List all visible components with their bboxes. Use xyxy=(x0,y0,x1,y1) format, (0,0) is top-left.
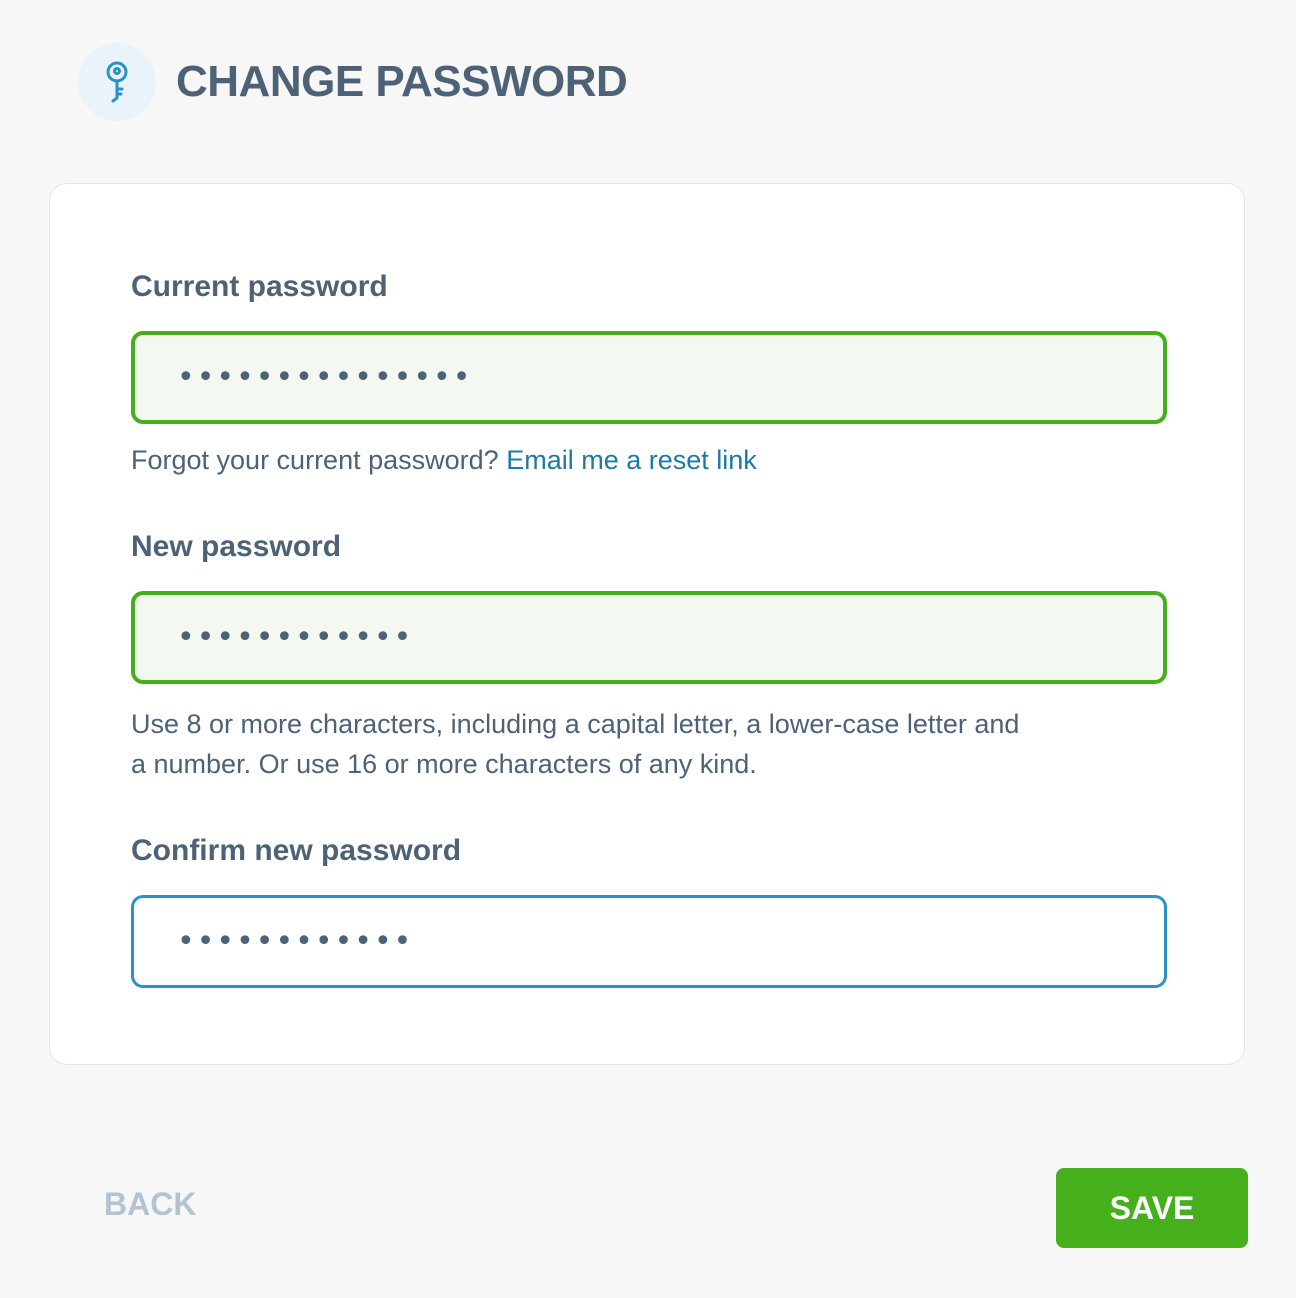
save-button[interactable]: SAVE xyxy=(1056,1168,1248,1248)
current-password-input[interactable]: ••••••••••••••• xyxy=(131,331,1167,424)
new-password-label: New password xyxy=(131,530,342,563)
new-password-hint-line-2: a number. Or use 16 or more characters o… xyxy=(131,749,757,779)
page-title: CHANGE PASSWORD xyxy=(176,57,628,106)
page-header: CHANGE PASSWORD xyxy=(78,42,628,122)
forgot-password-row: Forgot your current password? Email me a… xyxy=(131,440,757,480)
new-password-hint: Use 8 or more characters, including a ca… xyxy=(131,704,1019,784)
key-icon xyxy=(78,43,156,121)
password-form-card: Current password ••••••••••••••• Forgot … xyxy=(49,183,1245,1065)
back-button[interactable]: BACK xyxy=(104,1186,196,1223)
new-password-input[interactable]: •••••••••••• xyxy=(131,591,1167,684)
new-password-hint-line-1: Use 8 or more characters, including a ca… xyxy=(131,709,1020,739)
reset-link[interactable]: Email me a reset link xyxy=(506,445,757,475)
confirm-password-label: Confirm new password xyxy=(131,834,462,867)
confirm-password-input[interactable]: •••••••••••• xyxy=(131,895,1167,988)
forgot-password-text: Forgot your current password? xyxy=(131,445,499,475)
current-password-label: Current password xyxy=(131,270,388,303)
